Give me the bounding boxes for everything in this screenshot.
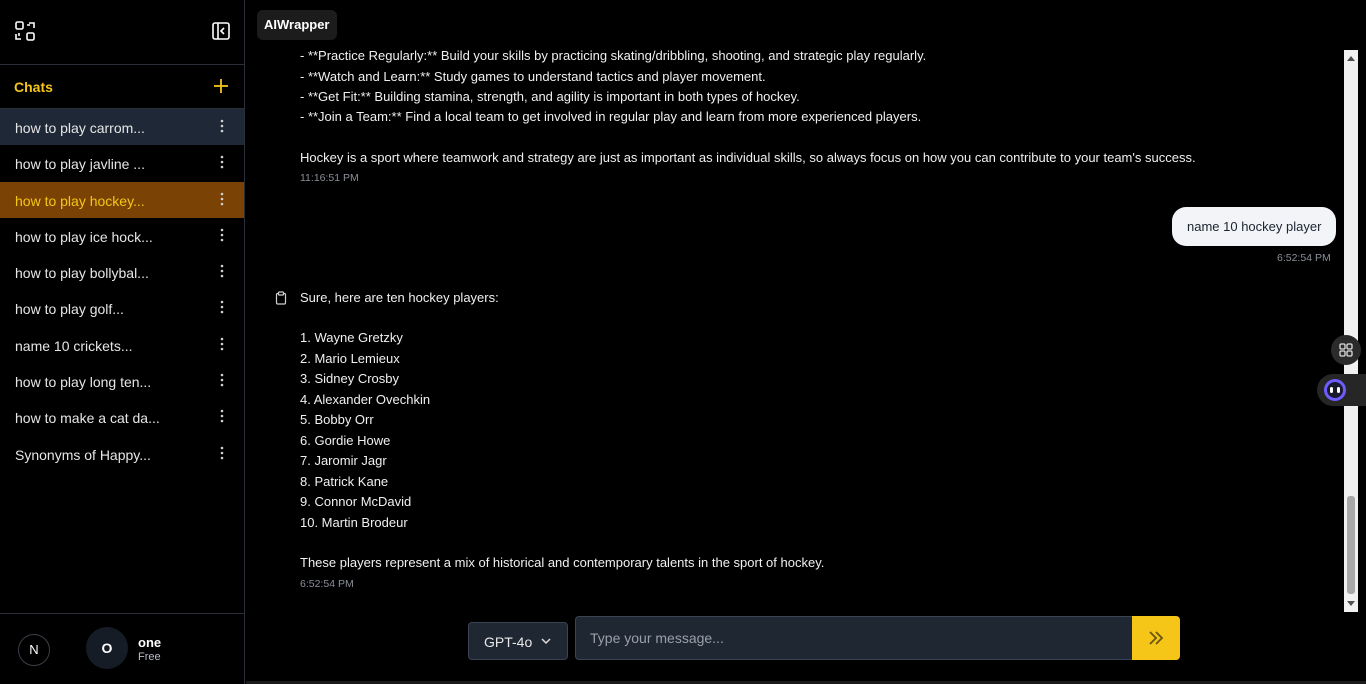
vertical-dots-icon[interactable]: [218, 191, 226, 207]
avatar[interactable]: O: [86, 627, 128, 669]
scrollbar[interactable]: [1344, 50, 1358, 612]
chat-item-label: how to play long ten...: [15, 374, 152, 391]
message-input[interactable]: [575, 616, 1132, 660]
vertical-dots-icon[interactable]: [218, 445, 226, 461]
chat-item-label: how to play golf...: [15, 301, 124, 318]
chat-item-label: how to play javline ...: [15, 156, 145, 173]
vertical-dots-icon[interactable]: [218, 408, 226, 424]
chat-item-label: how to play bollybal...: [15, 265, 149, 282]
player-list-item: 1. Wayne Gretzky: [300, 330, 403, 345]
chat-list: how to play carrom... how to play javline…: [0, 109, 244, 472]
model-select[interactable]: GPT-4o: [468, 622, 568, 660]
logo-icon[interactable]: [14, 20, 36, 42]
chat-item-label: how to make a cat da...: [15, 410, 160, 427]
vertical-dots-icon[interactable]: [218, 336, 226, 352]
sidebar-footer: N O one Free: [0, 613, 245, 684]
theme-toggle-button[interactable]: N: [18, 634, 50, 666]
vertical-dots-icon[interactable]: [218, 118, 226, 134]
send-button[interactable]: [1132, 616, 1180, 660]
chat-item[interactable]: how to play bollybal...: [0, 254, 244, 290]
vertical-dots-icon[interactable]: [218, 299, 226, 315]
model-select-label: GPT-4o: [484, 634, 533, 650]
reply-intro: Sure, here are ten hockey players:: [300, 290, 499, 305]
message-area: - **Practice Regularly:** Build your ski…: [246, 46, 1344, 612]
reply-line: - **Join a Team:** Find a local team to …: [300, 109, 922, 124]
chat-item[interactable]: how to play ice hock...: [0, 218, 244, 254]
reply-line: - **Practice Regularly:** Build your ski…: [300, 48, 927, 63]
player-list-item: 10. Martin Brodeur: [300, 514, 408, 530]
scroll-down-arrow-icon[interactable]: [1347, 601, 1355, 606]
clipboard-icon[interactable]: [274, 291, 288, 305]
reply-line: - **Get Fit:** Building stamina, strengt…: [300, 89, 800, 104]
player-list-item: 2. Mario Lemieux: [300, 350, 400, 366]
reply-closing: Hockey is a sport where teamwork and str…: [300, 150, 1196, 165]
bot-widget-button[interactable]: [1317, 374, 1366, 406]
chat-item[interactable]: Synonyms of Happy...: [0, 436, 244, 472]
grid-icon: [1339, 343, 1353, 357]
chat-item[interactable]: how to play javline ...: [0, 145, 244, 181]
sidebar-header: [0, 0, 244, 65]
chat-item[interactable]: how to play hockey...: [0, 181, 244, 218]
player-list-item: 3. Sidney Crosby: [300, 371, 399, 386]
user-plan: Free: [138, 651, 161, 663]
sidebar-collapse-icon[interactable]: [211, 21, 231, 41]
chat-item-label: how to play hockey...: [15, 192, 145, 209]
player-list-item: 4. Alexander Ovechkin: [300, 391, 431, 407]
scroll-up-arrow-icon[interactable]: [1347, 56, 1355, 61]
player-list-item: 7. Jaromir Jagr: [300, 453, 387, 468]
chat-item-label: name 10 crickets...: [15, 337, 133, 354]
sidebar: Chats how to play carrom... how to play j…: [0, 0, 245, 684]
chat-item[interactable]: how to make a cat da...: [0, 399, 244, 435]
chat-item[interactable]: how to play long ten...: [0, 363, 244, 399]
player-list-item: 8. Patrick Kane: [300, 473, 389, 489]
chats-header: Chats: [0, 65, 244, 109]
reply-line: - **Watch and Learn:** Study games to un…: [300, 69, 766, 84]
chat-item-label: Synonyms of Happy...: [15, 446, 151, 463]
chat-item[interactable]: how to play carrom...: [0, 109, 244, 146]
chats-title: Chats: [14, 79, 53, 95]
chat-item-label: how to play ice hock...: [15, 228, 153, 245]
message-timestamp: 6:52:54 PM: [1277, 252, 1331, 264]
app-brand: AIWrapper: [257, 10, 337, 40]
player-list-item: 9. Connor McDavid: [300, 494, 412, 509]
double-chevron-right-icon: [1149, 631, 1164, 645]
chat-item[interactable]: name 10 crickets...: [0, 327, 244, 363]
scrollbar-thumb[interactable]: [1347, 496, 1355, 594]
vertical-dots-icon[interactable]: [218, 227, 226, 243]
player-list-item: 6. Gordie Howe: [300, 432, 391, 448]
grid-widget-button[interactable]: [1331, 335, 1361, 365]
bot-icon: [1324, 379, 1346, 401]
player-list-item: 5. Bobby Orr: [300, 412, 374, 427]
user-name: one: [138, 635, 162, 650]
message-timestamp: 11:16:51 PM: [300, 172, 359, 184]
vertical-dots-icon[interactable]: [218, 372, 226, 388]
message-timestamp: 6:52:54 PM: [300, 578, 354, 590]
vertical-dots-icon[interactable]: [218, 263, 226, 279]
chat-item-label: how to play carrom...: [15, 120, 145, 136]
reply-closing: These players represent a mix of histori…: [300, 555, 825, 570]
user-message-bubble: name 10 hockey player: [1172, 207, 1337, 246]
new-chat-plus-icon[interactable]: [212, 77, 230, 95]
chevron-down-icon: [541, 638, 551, 645]
chat-item[interactable]: how to play golf...: [0, 290, 244, 326]
vertical-dots-icon[interactable]: [218, 154, 226, 170]
